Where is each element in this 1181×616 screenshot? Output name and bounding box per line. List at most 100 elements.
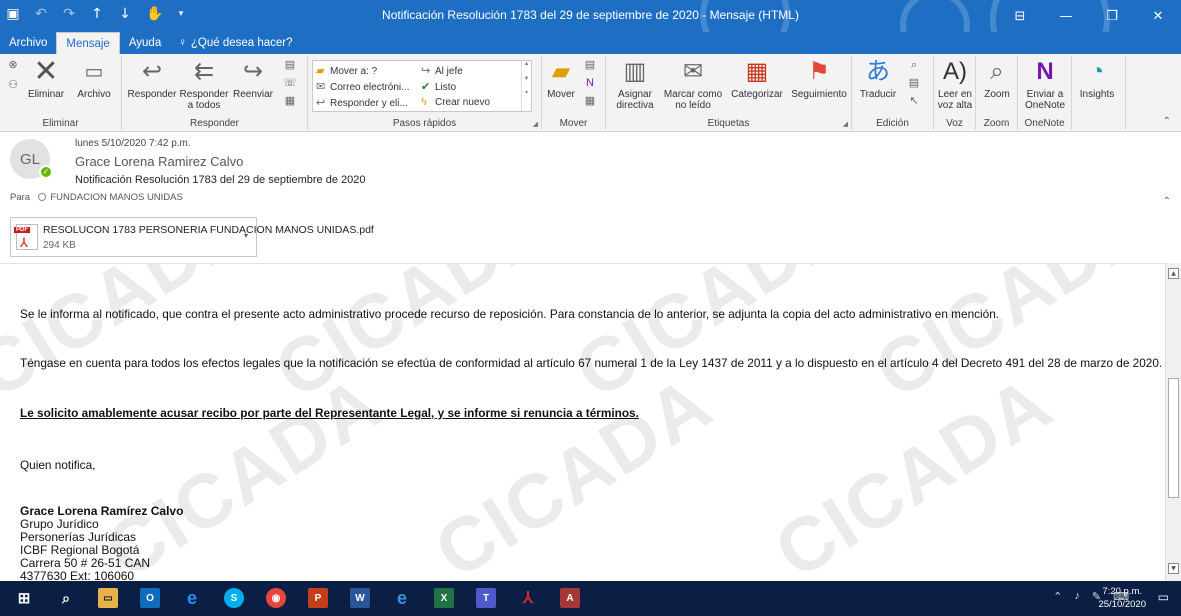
title-bar: ▣ ↶ ↷ ↑ ↓ ✋ ▾ Notificación Resolución 17… bbox=[0, 0, 1181, 32]
to-line: Para FUNDACION MANOS UNIDAS bbox=[10, 192, 183, 203]
categorizar-label: Categorizar bbox=[731, 89, 783, 100]
group-label-onenote: OneNote bbox=[1024, 118, 1065, 129]
teams-icon[interactable]: T bbox=[476, 588, 496, 608]
quick-step-crear[interactable]: ϟ Crear nuevo bbox=[421, 96, 490, 108]
quick-steps-scroll[interactable]: ▲ ▼ ▾ bbox=[521, 61, 531, 111]
mover-button[interactable]: ▰ Mover bbox=[544, 58, 578, 100]
quick-step-mover[interactable]: ▰ Mover a: ? bbox=[316, 64, 377, 77]
collapse-ribbon-icon[interactable]: ⌃ bbox=[1163, 116, 1171, 127]
group-eliminar: ⊗ ⚇ ✕ Eliminar ▭ Archivo Eliminar bbox=[0, 56, 122, 130]
quick-step-label: Al jefe bbox=[435, 66, 463, 77]
archivo-button[interactable]: ▭ Archivo bbox=[72, 58, 116, 100]
message-body: CICADA CICADA CICADA CICADA CICADA CICAD… bbox=[0, 263, 1165, 581]
maximize-icon[interactable]: ❐ bbox=[1089, 0, 1135, 32]
scroll-up-icon[interactable]: ▲ bbox=[1168, 268, 1179, 279]
zoom-label: Zoom bbox=[984, 89, 1010, 100]
marcar-label-1: Marcar como bbox=[663, 89, 723, 100]
ribbon-display-icon[interactable]: ⊟ bbox=[997, 0, 1043, 32]
word-icon[interactable]: W bbox=[350, 588, 370, 608]
leer-en-voz-alta-button[interactable]: A) Leer en voz alta bbox=[936, 58, 974, 111]
recipient-status-icon bbox=[37, 193, 46, 201]
attachment-card[interactable]: PDF ⅄ RESOLUCON 1783 PERSONERIA FUNDACIO… bbox=[10, 217, 374, 257]
categorizar-button[interactable]: ▦ Categorizar bbox=[726, 58, 788, 100]
marcar-no-leido-button[interactable]: ✉ Marcar como no leído bbox=[660, 58, 726, 111]
quick-step-jefe[interactable]: ↪ Al jefe bbox=[421, 64, 463, 77]
group-pasos-rapidos: ▰ Mover a: ? ✉ Correo electróni... ↩ Respon… bbox=[308, 56, 542, 130]
reenviar-label: Reenviar bbox=[232, 89, 274, 100]
chevron-down-icon[interactable]: ▾ bbox=[244, 231, 248, 240]
close-icon[interactable]: ✕ bbox=[1135, 0, 1181, 32]
search-icon[interactable]: ⌕ bbox=[56, 588, 76, 608]
zoom-button[interactable]: ⌕ Zoom bbox=[978, 58, 1016, 100]
tab-ayuda[interactable]: Ayuda bbox=[120, 32, 170, 54]
junk-icon: ⚇ bbox=[8, 79, 18, 91]
quick-steps-gallery: ▰ Mover a: ? ✉ Correo electróni... ↩ Respon… bbox=[312, 60, 532, 112]
rules-button[interactable]: ▤ bbox=[580, 60, 600, 71]
acrobat-taskbar-icon[interactable]: ⅄ bbox=[518, 588, 538, 608]
watermark-logo: CICADA bbox=[0, 263, 267, 416]
minimize-icon[interactable]: — bbox=[1043, 0, 1089, 32]
quick-step-responder[interactable]: ↩ Responder y eli... bbox=[316, 96, 408, 109]
quick-step-label: Crear nuevo bbox=[435, 97, 491, 108]
sender-name[interactable]: Grace Lorena Ramirez Calvo bbox=[75, 154, 243, 169]
clock[interactable]: 7:20 p.m. 25/10/2020 bbox=[1098, 585, 1146, 611]
insights-label: Insights bbox=[1079, 89, 1115, 100]
skype-icon[interactable]: S bbox=[224, 588, 244, 608]
select-arrow-icon: ↖ bbox=[909, 95, 919, 107]
lightbulb-icon: ♀ bbox=[178, 37, 187, 49]
collapse-header-icon[interactable]: ⌃ bbox=[1163, 196, 1171, 207]
meeting-button[interactable]: ▤ bbox=[280, 60, 300, 71]
volume-icon[interactable]: ♪ bbox=[1074, 590, 1080, 603]
scroll-down-icon[interactable]: ▼ bbox=[1168, 563, 1179, 574]
group-zoom: ⌕ Zoom Zoom bbox=[976, 56, 1018, 130]
tab-archivo[interactable]: Archivo bbox=[0, 32, 56, 54]
enviar-onenote-button[interactable]: N Enviar a OneNote bbox=[1020, 58, 1070, 111]
group-responder: ↩ Responder ⇇ Responder a todos ↪ Reenvi… bbox=[122, 56, 308, 130]
signature-block: Grace Lorena Ramírez Calvo Grupo Jurídic… bbox=[20, 505, 183, 582]
group-etiquetas: ▥ Asignar directiva ✉ Marcar como no leí… bbox=[606, 56, 852, 130]
tell-me-box[interactable]: ♀ ¿Qué desea hacer? bbox=[170, 32, 300, 54]
powerpoint-icon[interactable]: P bbox=[308, 588, 328, 608]
file-explorer-icon[interactable]: ▭ bbox=[98, 588, 118, 608]
quick-step-correo[interactable]: ✉ Correo electróni... bbox=[316, 80, 409, 93]
windows-start-icon[interactable]: ⊞ bbox=[14, 588, 34, 608]
responder-button[interactable]: ↩ Responder bbox=[126, 58, 178, 100]
chevron-up-icon[interactable]: ⌃ bbox=[1053, 590, 1062, 603]
to-recipient[interactable]: FUNDACION MANOS UNIDAS bbox=[50, 192, 182, 203]
insights-button[interactable]: ◔ Insights bbox=[1074, 58, 1120, 100]
archive-icon: ▭ bbox=[84, 61, 104, 83]
access-icon[interactable]: A bbox=[560, 588, 580, 608]
edge-icon[interactable]: e bbox=[182, 588, 202, 608]
im-button[interactable]: ☏ bbox=[280, 78, 300, 89]
scroll-thumb[interactable] bbox=[1168, 378, 1179, 498]
asignar-directiva-button[interactable]: ▥ Asignar directiva bbox=[612, 58, 658, 111]
notification-icon[interactable]: ▭ bbox=[1158, 590, 1169, 604]
watermark-logo: CICADA bbox=[560, 263, 867, 416]
eliminar-button[interactable]: ✕ Eliminar bbox=[24, 57, 68, 101]
ignore-button[interactable]: ⊗ bbox=[6, 60, 20, 71]
chrome-icon[interactable]: ◉ bbox=[266, 588, 286, 608]
body-paragraph-3: Le solicito amablemente acusar recibo po… bbox=[20, 406, 639, 420]
read-aloud-icon: A) bbox=[943, 58, 967, 85]
group-voz: A) Leer en voz alta Voz bbox=[934, 56, 976, 130]
tab-mensaje[interactable]: Mensaje bbox=[56, 32, 120, 54]
excel-icon[interactable]: X bbox=[434, 588, 454, 608]
outlook-icon[interactable]: O bbox=[140, 588, 160, 608]
quick-step-listo[interactable]: ✔ Listo bbox=[421, 80, 456, 93]
find-button[interactable]: ⌕ bbox=[904, 60, 924, 71]
actions-button[interactable]: ▦ bbox=[580, 96, 600, 107]
junk-button[interactable]: ⚇ bbox=[6, 80, 20, 91]
unread-icon: ✉ bbox=[682, 58, 704, 85]
more-icon: ▦ bbox=[284, 95, 296, 107]
select-button[interactable]: ↖ bbox=[904, 96, 924, 107]
responder-todos-button[interactable]: ⇇ Responder a todos bbox=[178, 58, 230, 111]
vertical-scrollbar[interactable]: ▲ ▼ bbox=[1165, 263, 1181, 581]
onenote-small-button[interactable]: N bbox=[580, 78, 600, 89]
traducir-button[interactable]: あ Traducir bbox=[856, 58, 900, 100]
more-respond-button[interactable]: ▦ bbox=[280, 96, 300, 107]
internet-explorer-icon[interactable]: e bbox=[392, 588, 412, 608]
reply-delete-icon: ↩ bbox=[316, 97, 326, 109]
seguimiento-button[interactable]: ⚑ Seguimiento bbox=[788, 58, 850, 100]
related-button[interactable]: ▤ bbox=[904, 78, 924, 89]
reenviar-button[interactable]: ↪ Reenviar bbox=[230, 58, 276, 100]
